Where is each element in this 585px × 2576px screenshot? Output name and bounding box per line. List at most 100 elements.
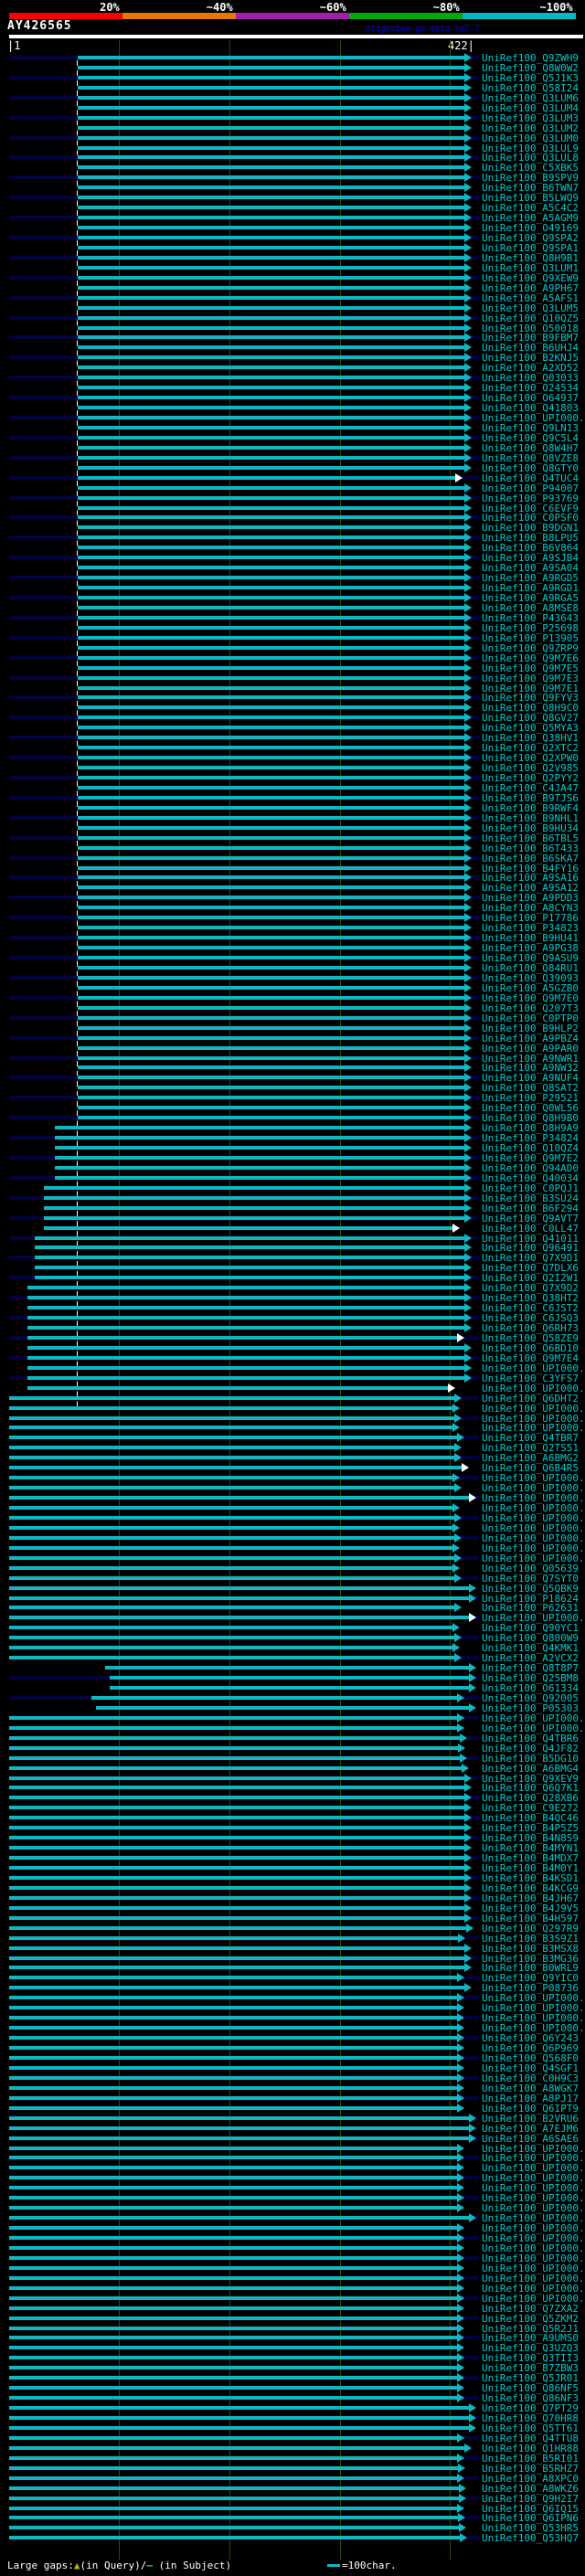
hit-alignment-bar[interactable] — [27, 1366, 464, 1370]
hit-alignment-bar[interactable] — [9, 2156, 457, 2159]
hit-alignment-bar[interactable] — [9, 2116, 469, 2120]
hit-alignment-bar[interactable] — [78, 316, 464, 320]
hit-alignment-bar[interactable] — [78, 136, 464, 140]
hit-alignment-bar[interactable] — [9, 2366, 457, 2369]
hit-alignment-bar[interactable] — [78, 286, 464, 290]
hit-alignment-bar[interactable] — [78, 606, 464, 610]
hit-alignment-bar[interactable] — [9, 1936, 458, 1940]
hit-alignment-bar[interactable] — [78, 66, 464, 69]
hit-alignment-bar[interactable] — [78, 695, 464, 699]
hit-alignment-bar[interactable] — [9, 2206, 457, 2210]
hit-alignment-bar[interactable] — [78, 1026, 464, 1030]
hit-alignment-bar[interactable] — [78, 996, 464, 1000]
hit-alignment-bar[interactable] — [9, 2376, 457, 2380]
hit-alignment-bar[interactable] — [78, 486, 464, 490]
hit-alignment-bar[interactable] — [9, 2256, 457, 2260]
hit-alignment-bar[interactable] — [9, 1786, 464, 1789]
hit-alignment-bar[interactable] — [78, 926, 464, 929]
hit-alignment-bar[interactable] — [9, 1776, 464, 1780]
hit-alignment-bar[interactable] — [78, 566, 464, 569]
hit-alignment-bar[interactable] — [78, 1016, 464, 1020]
hit-alignment-bar[interactable] — [78, 476, 455, 480]
hit-alignment-bar[interactable] — [78, 1096, 464, 1099]
hit-alignment-bar[interactable] — [9, 1796, 464, 1799]
hit-alignment-bar[interactable] — [9, 2106, 457, 2110]
hit-alignment-bar[interactable] — [78, 1046, 464, 1050]
hit-alignment-bar[interactable] — [78, 546, 464, 549]
hit-alignment-bar[interactable] — [78, 366, 464, 369]
hit-alignment-bar[interactable] — [9, 1506, 452, 1510]
hit-alignment-bar[interactable] — [9, 1656, 454, 1659]
hit-alignment-bar[interactable] — [9, 1946, 464, 1950]
hit-alignment-bar[interactable] — [9, 1616, 469, 1619]
hit-alignment-bar[interactable] — [9, 1636, 454, 1639]
hit-alignment-bar[interactable] — [78, 806, 464, 810]
hit-alignment-bar[interactable] — [9, 1866, 464, 1870]
hit-alignment-bar[interactable] — [9, 2336, 457, 2339]
hit-alignment-bar[interactable] — [9, 2076, 457, 2080]
hit-alignment-bar[interactable] — [9, 2086, 457, 2090]
hit-alignment-bar[interactable] — [78, 846, 464, 850]
hit-alignment-bar[interactable] — [78, 1036, 464, 1040]
hit-alignment-bar[interactable] — [9, 1876, 464, 1880]
hit-alignment-bar[interactable] — [9, 1546, 452, 1550]
hit-alignment-bar[interactable] — [78, 906, 464, 909]
hit-alignment-bar[interactable] — [9, 2276, 457, 2280]
hit-alignment-bar[interactable] — [78, 345, 464, 349]
hit-alignment-bar[interactable] — [78, 796, 464, 800]
hit-alignment-bar[interactable] — [9, 2046, 457, 2050]
hit-alignment-bar[interactable] — [9, 2386, 457, 2390]
hit-alignment-bar[interactable] — [78, 826, 464, 830]
hit-alignment-bar[interactable] — [78, 496, 464, 500]
hit-alignment-bar[interactable] — [27, 1286, 464, 1289]
hit-alignment-bar[interactable] — [27, 1326, 464, 1330]
hit-alignment-bar[interactable] — [9, 2476, 457, 2480]
hit-alignment-bar[interactable] — [44, 1196, 464, 1200]
hit-alignment-bar[interactable] — [78, 155, 464, 159]
hit-alignment-bar[interactable] — [78, 246, 464, 249]
hit-alignment-bar[interactable] — [78, 885, 464, 889]
hit-alignment-bar[interactable] — [9, 2526, 459, 2529]
hit-alignment-bar[interactable] — [78, 726, 464, 729]
hit-alignment-bar[interactable] — [27, 1356, 464, 1360]
hit-alignment-bar[interactable] — [78, 56, 464, 59]
hit-alignment-bar[interactable] — [9, 1836, 464, 1839]
hit-alignment-bar[interactable] — [78, 986, 464, 990]
hit-alignment-bar[interactable] — [78, 746, 464, 749]
hit-alignment-bar[interactable] — [78, 816, 464, 820]
hit-alignment-bar[interactable] — [44, 1186, 464, 1190]
hit-alignment-bar[interactable] — [110, 1676, 469, 1680]
hit-alignment-bar[interactable] — [78, 256, 464, 260]
hit-alignment-bar[interactable] — [9, 2507, 457, 2510]
hit-alignment-bar[interactable] — [35, 1266, 464, 1269]
hit-alignment-bar[interactable] — [9, 1746, 458, 1750]
hit-alignment-bar[interactable] — [78, 966, 464, 970]
hit-alignment-bar[interactable] — [78, 676, 464, 680]
hit-alignment-bar[interactable] — [78, 456, 464, 460]
hit-alignment-bar[interactable] — [78, 396, 464, 399]
hit-alignment-bar[interactable] — [9, 2016, 457, 2019]
hit-alignment-bar[interactable] — [9, 2216, 469, 2220]
hit-alignment-bar[interactable] — [78, 1076, 464, 1079]
hit-alignment-bar[interactable] — [78, 416, 464, 419]
hit-alignment-bar[interactable] — [27, 1346, 464, 1350]
hit-alignment-bar[interactable] — [9, 1906, 464, 1910]
hit-alignment-bar[interactable] — [44, 1206, 464, 1210]
hit-alignment-bar[interactable] — [9, 2236, 457, 2240]
hit-alignment-bar[interactable] — [9, 2096, 457, 2100]
hit-alignment-bar[interactable] — [78, 196, 464, 199]
hit-alignment-bar[interactable] — [78, 626, 464, 630]
hit-alignment-bar[interactable] — [78, 335, 464, 339]
hit-alignment-bar[interactable] — [9, 2486, 459, 2490]
hit-alignment-bar[interactable] — [78, 736, 464, 739]
hit-alignment-bar[interactable] — [78, 165, 464, 169]
hit-alignment-bar[interactable] — [9, 2436, 457, 2440]
hit-alignment-bar[interactable] — [78, 596, 464, 599]
hit-alignment-bar[interactable] — [9, 2316, 457, 2320]
hit-alignment-bar[interactable] — [9, 1736, 460, 1740]
hit-alignment-bar[interactable] — [9, 1856, 464, 1860]
hit-alignment-bar[interactable] — [9, 2536, 460, 2539]
hit-alignment-bar[interactable] — [78, 666, 464, 670]
hit-alignment-bar[interactable] — [9, 1396, 454, 1400]
hit-alignment-bar[interactable] — [35, 1236, 464, 1240]
